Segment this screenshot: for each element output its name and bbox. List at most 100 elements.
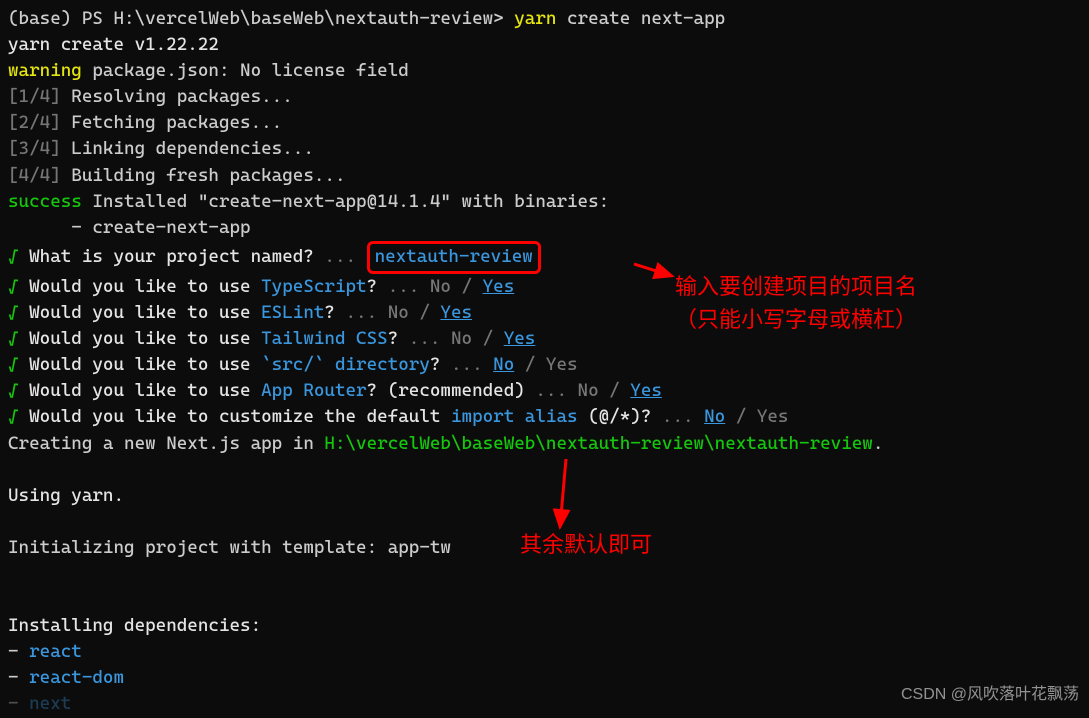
step-num: [1/4] <box>8 86 61 107</box>
question-post: ? (recommended) <box>367 380 525 401</box>
project-name-value: nextauth-review <box>375 246 533 267</box>
sep: / <box>514 354 546 375</box>
step-line: [2/4] Fetching packages... <box>8 110 1081 136</box>
step-text: Linking dependencies... <box>61 138 314 159</box>
dots: ... <box>525 380 578 401</box>
check-icon: √ <box>8 406 19 427</box>
step-num: [4/4] <box>8 165 61 186</box>
question-line: √ Would you like to use `src/` directory… <box>8 352 1081 378</box>
question-alias-line: √ Would you like to customize the defaul… <box>8 404 1081 430</box>
annotation-arrow-icon <box>632 258 678 282</box>
sep: / <box>599 380 631 401</box>
annotation-defaults: 其余默认即可 <box>520 528 652 561</box>
success-label: success <box>8 191 82 212</box>
check-icon: √ <box>8 302 19 323</box>
installing-deps: Installing dependencies: <box>8 613 1081 639</box>
sep: / <box>409 302 441 323</box>
opt-no: No <box>493 354 514 375</box>
opt-yes: Yes <box>483 276 515 297</box>
warning-line: warning package.json: No license field <box>8 58 1081 84</box>
cwd-path: H:\vercelWeb\baseWeb\nextauth-review> <box>113 8 514 29</box>
dots: ... <box>324 246 366 267</box>
annotation-arrow-icon <box>548 455 578 535</box>
dep-name: next <box>29 693 71 714</box>
success-text: Installed "create-next-app@14.1.4" with … <box>82 191 609 212</box>
question-post: (@/*)? <box>578 406 652 427</box>
opt-no: No <box>388 302 409 323</box>
question-project-name: √ What is your project named? ... nextau… <box>8 241 1081 274</box>
question-post: ? <box>324 302 335 323</box>
opt-no: No <box>451 328 472 349</box>
dep-name: react <box>29 641 82 662</box>
question-line: √ Would you like to use Tailwind CSS? ..… <box>8 326 1081 352</box>
env-tag: (base) <box>8 8 82 29</box>
creating-pre: Creating a new Next.js app in <box>8 433 324 454</box>
dots: ... <box>335 302 388 323</box>
creating-path: H:\vercelWeb\baseWeb\nextauth-review\nex… <box>324 433 872 454</box>
question-pre: Would you like to use <box>19 354 262 375</box>
sep: / <box>725 406 757 427</box>
question-keyword: TypeScript <box>261 276 366 297</box>
annotation-line1: 输入要创建项目的项目名 <box>675 270 917 303</box>
check-icon: √ <box>8 246 19 267</box>
question-keyword: ESLint <box>261 302 324 323</box>
question-pre: Would you like to use <box>19 328 262 349</box>
question-keyword: App Router <box>261 380 366 401</box>
blank-line <box>8 457 1081 483</box>
question-pre: Would you like to use <box>19 276 262 297</box>
opt-no: No <box>578 380 599 401</box>
question-text: What is your project named? <box>19 246 325 267</box>
warning-text: package.json: No license field <box>82 60 409 81</box>
opt-yes: Yes <box>757 406 789 427</box>
sep: / <box>472 328 504 349</box>
dots: ... <box>377 276 430 297</box>
annotation-line2: （只能小写字母或横杠） <box>675 303 917 336</box>
annotation-project-name: 输入要创建项目的项目名 （只能小写字母或横杠） <box>675 270 917 336</box>
watermark: CSDN @风吹落叶花飘荡 <box>901 683 1079 706</box>
dots: ... <box>440 354 493 375</box>
step-num: [2/4] <box>8 112 61 133</box>
step-text: Fetching packages... <box>61 112 282 133</box>
ps-tag: PS <box>82 8 114 29</box>
question-post: ? <box>388 328 399 349</box>
blank-line <box>8 587 1081 613</box>
opt-no: No <box>430 276 451 297</box>
check-icon: √ <box>8 276 19 297</box>
dep-name: react-dom <box>29 667 124 688</box>
opt-yes: Yes <box>546 354 578 375</box>
opt-yes: Yes <box>440 302 472 323</box>
dash: - <box>8 667 29 688</box>
cmd-yarn: yarn <box>514 8 556 29</box>
question-post: ? <box>430 354 441 375</box>
opt-yes: Yes <box>630 380 662 401</box>
creating-dot: . <box>873 433 884 454</box>
step-text: Resolving packages... <box>61 86 293 107</box>
dots: ... <box>651 406 704 427</box>
question-line: √ Would you like to use ESLint? ... No /… <box>8 300 1081 326</box>
cmd-args: create next-app <box>556 8 725 29</box>
project-name-highlight: nextauth-review <box>367 241 541 274</box>
success-line: success Installed "create-next-app@14.1.… <box>8 189 1081 215</box>
question-pre: Would you like to customize the default <box>19 406 451 427</box>
question-line: √ Would you like to use TypeScript? ... … <box>8 274 1081 300</box>
question-post: ? <box>367 276 378 297</box>
creating-line: Creating a new Next.js app in H:\vercelW… <box>8 431 1081 457</box>
yarn-version: yarn create v1.22.22 <box>8 32 1081 58</box>
step-line: [3/4] Linking dependencies... <box>8 136 1081 162</box>
opt-yes: Yes <box>504 328 536 349</box>
dash: - <box>8 693 29 714</box>
step-num: [3/4] <box>8 138 61 159</box>
check-icon: √ <box>8 380 19 401</box>
success-sub: - create-next-app <box>8 215 1081 241</box>
question-line: √ Would you like to use App Router? (rec… <box>8 378 1081 404</box>
step-line: [4/4] Building fresh packages... <box>8 163 1081 189</box>
step-line: [1/4] Resolving packages... <box>8 84 1081 110</box>
prompt-line: (base) PS H:\vercelWeb\baseWeb\nextauth-… <box>8 6 1081 32</box>
check-icon: √ <box>8 354 19 375</box>
warning-label: warning <box>8 60 82 81</box>
sep: / <box>451 276 483 297</box>
dash: - <box>8 641 29 662</box>
question-keyword: import alias <box>451 406 578 427</box>
dots: ... <box>398 328 451 349</box>
question-keyword: Tailwind CSS <box>261 328 388 349</box>
